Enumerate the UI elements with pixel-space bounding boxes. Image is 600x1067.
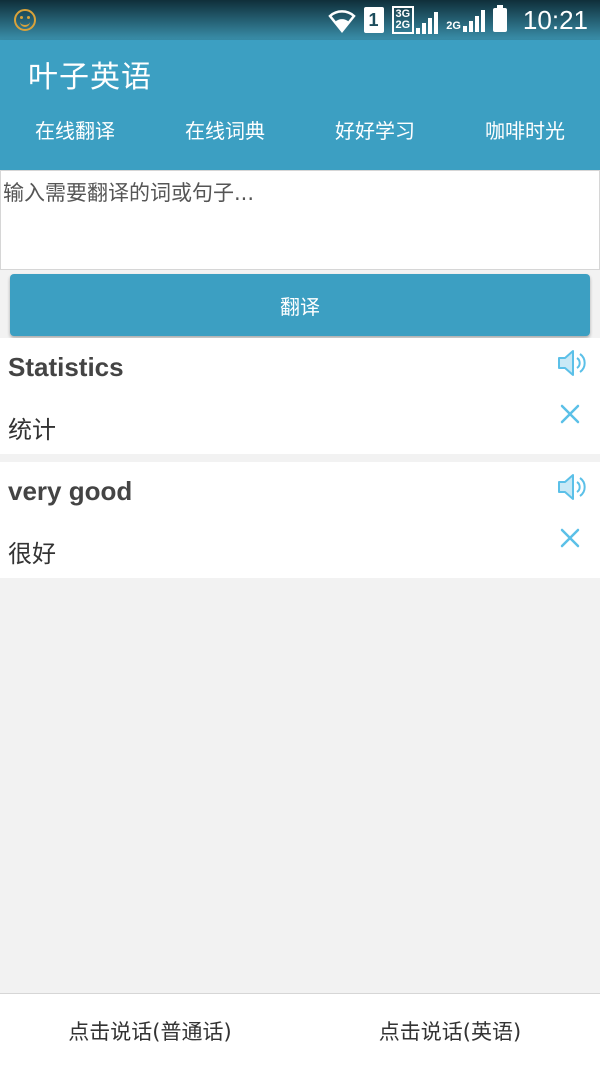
- tab-coffee-time[interactable]: 咖啡时光: [450, 106, 600, 156]
- app-title: 叶子英语: [28, 60, 152, 95]
- speak-english-button[interactable]: 点击说话(英语): [300, 994, 600, 1067]
- translate-input-container: [0, 170, 600, 270]
- speak-mandarin-button[interactable]: 点击说话(普通话): [0, 994, 300, 1067]
- tab-study[interactable]: 好好学习: [300, 106, 450, 156]
- tab-online-dictionary[interactable]: 在线词典: [150, 106, 300, 156]
- result-translation-text: 很好: [8, 540, 56, 568]
- network-b-label: 2G: [446, 20, 461, 32]
- network-a-signal: 3G 2G: [391, 6, 439, 34]
- app-bar: 叶子英语 在线翻译 在线词典 好好学习 咖啡时光: [0, 40, 600, 170]
- result-source-text: Statistics: [8, 352, 124, 382]
- translate-button[interactable]: 翻译: [10, 274, 590, 336]
- signal-bars-icon: [462, 8, 485, 32]
- signal-bars-icon: [416, 10, 439, 34]
- status-icons: 1 3G 2G 2G 10:21: [327, 4, 588, 36]
- voice-input-bar: 点击说话(普通话) 点击说话(英语): [0, 993, 600, 1067]
- network-b-signal: 2G: [446, 8, 485, 32]
- close-icon[interactable]: [558, 526, 582, 550]
- clock: 10:21: [522, 4, 588, 35]
- result-source-text: very good: [8, 476, 133, 506]
- network-a-bottom-label: 2G: [395, 19, 411, 31]
- battery-icon: [492, 5, 507, 32]
- translate-input[interactable]: [1, 171, 599, 269]
- wifi-icon: [327, 10, 356, 33]
- speaker-icon[interactable]: [556, 348, 588, 378]
- result-card: very good 很好: [0, 462, 600, 578]
- tab-bar: 在线翻译 在线词典 好好学习 咖啡时光: [0, 106, 600, 156]
- close-icon[interactable]: [558, 402, 582, 426]
- notification-smiley-icon: [14, 9, 36, 31]
- speaker-icon[interactable]: [556, 472, 588, 502]
- tab-online-translate[interactable]: 在线翻译: [0, 106, 150, 156]
- result-translation-text: 统计: [8, 416, 56, 444]
- sim-slot-icon: 1: [363, 7, 384, 33]
- status-bar: 1 3G 2G 2G 10:21: [0, 0, 600, 40]
- result-card: Statistics 统计: [0, 338, 600, 454]
